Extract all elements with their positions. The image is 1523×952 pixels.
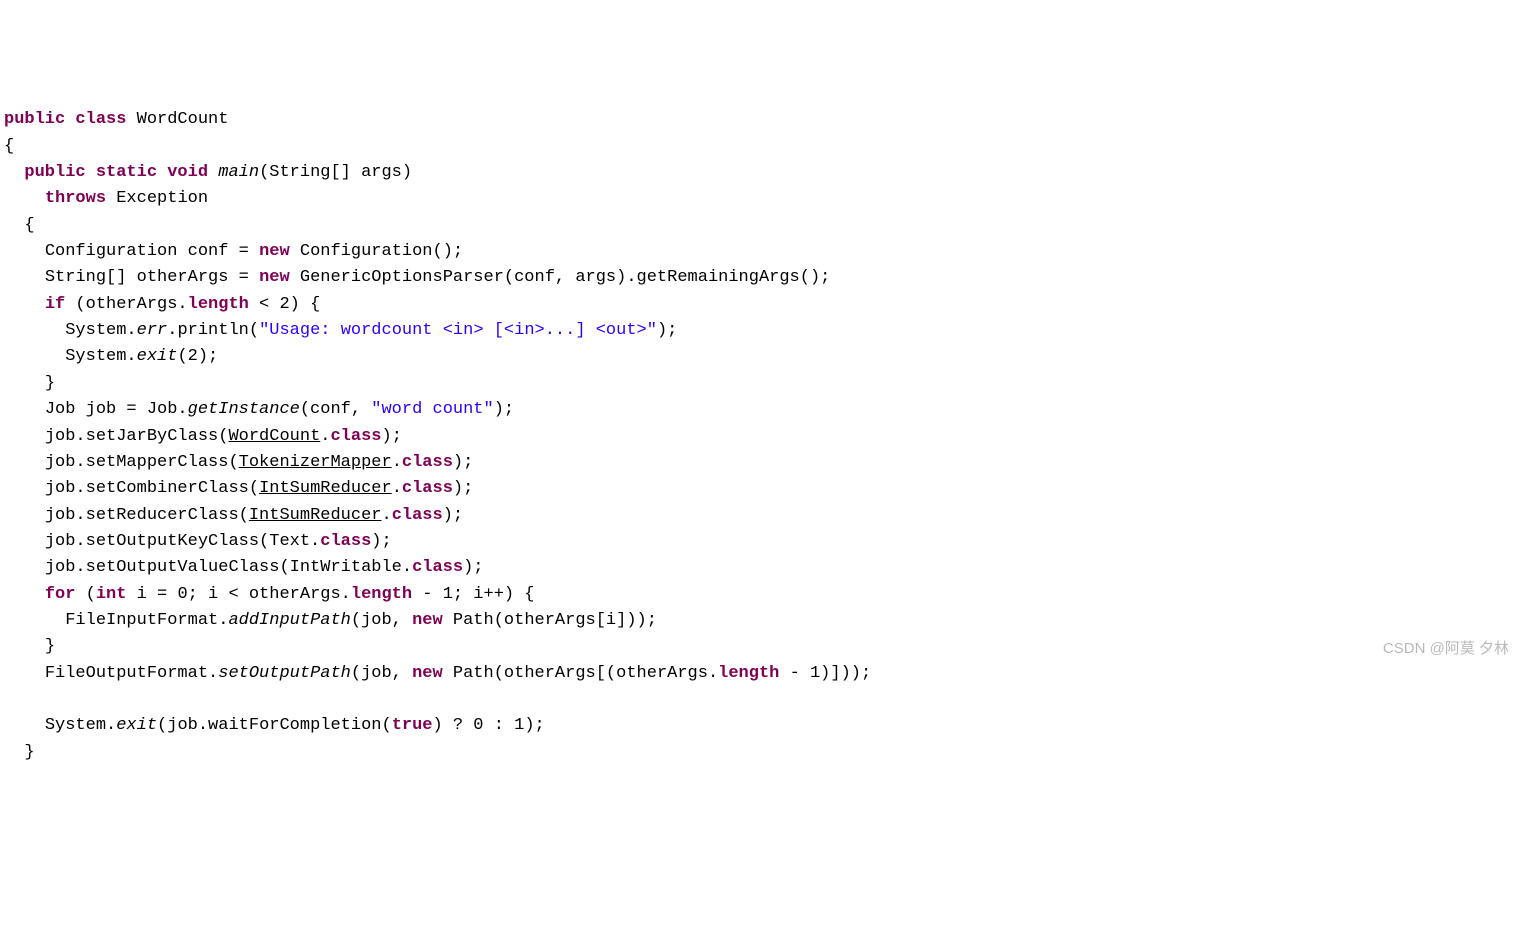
kw-if: if — [45, 295, 65, 314]
ps-2: ); — [453, 453, 473, 472]
println-close: ); — [657, 321, 677, 340]
ps-4: ); — [443, 506, 463, 525]
otherargs-post: GenericOptionsParser(conf, args).getRema… — [290, 268, 831, 287]
method-main: main — [218, 163, 259, 182]
kw-length-3: length — [718, 664, 779, 683]
finalexit-post: ) ? 0 : 1); — [433, 716, 545, 735]
setoutputpath-ident: setOutputPath — [218, 664, 351, 683]
conf-pre: Configuration conf = — [45, 242, 259, 261]
usage-str: "Usage: wordcount <in> [<in>...] <out>" — [259, 321, 657, 340]
intsum-link-2: IntSumReducer — [249, 506, 382, 525]
otherargs-pre: String[] otherArgs = — [45, 268, 259, 287]
kw-length-1: length — [188, 295, 249, 314]
kw-new-1: new — [259, 242, 290, 261]
class-kw-1: class — [330, 427, 381, 446]
for-post: - 1; i++) { — [412, 585, 534, 604]
reducer-pre: job.setReducerClass( — [45, 506, 249, 525]
dot-3: . — [392, 479, 402, 498]
fip-mid: (job, — [351, 611, 412, 630]
ps-5: ); — [371, 532, 391, 551]
kw-public-class: public class — [4, 110, 126, 129]
syserr-pre: System. — [65, 321, 136, 340]
finalexit-pre: System. — [45, 716, 116, 735]
finalexit-mid: (job.waitForCompletion( — [157, 716, 392, 735]
ps-1: ); — [382, 427, 402, 446]
exit-arg: (2); — [177, 347, 218, 366]
err-ident: err — [137, 321, 168, 340]
fof-post: Path(otherArgs[(otherArgs. — [443, 664, 718, 683]
ps-3: ); — [453, 479, 473, 498]
throws-type: Exception — [116, 189, 208, 208]
kw-int: int — [96, 585, 127, 604]
combiner-pre: job.setCombinerClass( — [45, 479, 259, 498]
intsum-link-1: IntSumReducer — [259, 479, 392, 498]
tokenizer-link: TokenizerMapper — [239, 453, 392, 472]
job-pre: Job job = Job. — [45, 400, 188, 419]
outkey-pre: job.setOutputKeyClass(Text. — [45, 532, 320, 551]
for-open: ( — [75, 585, 95, 604]
if-pre: (otherArgs. — [65, 295, 187, 314]
dot-1: . — [320, 427, 330, 446]
getinstance-ident: getInstance — [188, 400, 300, 419]
if-post: < 2) { — [249, 295, 320, 314]
for-init: i = 0; i < otherArgs. — [126, 585, 350, 604]
conf-post: Configuration(); — [290, 242, 463, 261]
job-post: ); — [494, 400, 514, 419]
fof-pre: FileOutputFormat. — [45, 664, 218, 683]
ps-6: ); — [463, 558, 483, 577]
exit-ident-1: exit — [137, 347, 178, 366]
fof-end: - 1)])); — [779, 664, 871, 683]
fof-mid: (job, — [351, 664, 412, 683]
class-kw-6: class — [412, 558, 463, 577]
kw-length-2: length — [351, 585, 412, 604]
kw-for: for — [45, 585, 76, 604]
addinputpath-ident: addInputPath — [228, 611, 350, 630]
job-mid: (conf, — [300, 400, 371, 419]
kw-new-3: new — [412, 611, 443, 630]
dot-2: . — [392, 453, 402, 472]
kw-throws: throws — [45, 189, 106, 208]
fip-post: Path(otherArgs[i])); — [443, 611, 657, 630]
class-kw-5: class — [320, 532, 371, 551]
wordcount-link: WordCount — [228, 427, 320, 446]
close-brace-2: } — [45, 637, 55, 656]
kw-new-2: new — [259, 268, 290, 287]
outval-pre: job.setOutputValueClass(IntWritable. — [45, 558, 412, 577]
kw-method: public static void — [24, 163, 208, 182]
kw-true: true — [392, 716, 433, 735]
class-kw-2: class — [402, 453, 453, 472]
dot-4: . — [381, 506, 391, 525]
class-kw-4: class — [392, 506, 443, 525]
println-open: .println( — [167, 321, 259, 340]
method-params: (String[] args) — [259, 163, 412, 182]
class-name: WordCount — [137, 110, 229, 129]
close-brace-1: } — [45, 374, 55, 393]
exit-ident-2: exit — [116, 716, 157, 735]
class-kw-3: class — [402, 479, 453, 498]
code-block: public class WordCount { public static v… — [4, 107, 1519, 766]
job-str: "word count" — [371, 400, 493, 419]
mapper-pre: job.setMapperClass( — [45, 453, 239, 472]
sysexit-pre: System. — [65, 347, 136, 366]
jar-pre: job.setJarByClass( — [45, 427, 229, 446]
fip-pre: FileInputFormat. — [65, 611, 228, 630]
kw-new-4: new — [412, 664, 443, 683]
